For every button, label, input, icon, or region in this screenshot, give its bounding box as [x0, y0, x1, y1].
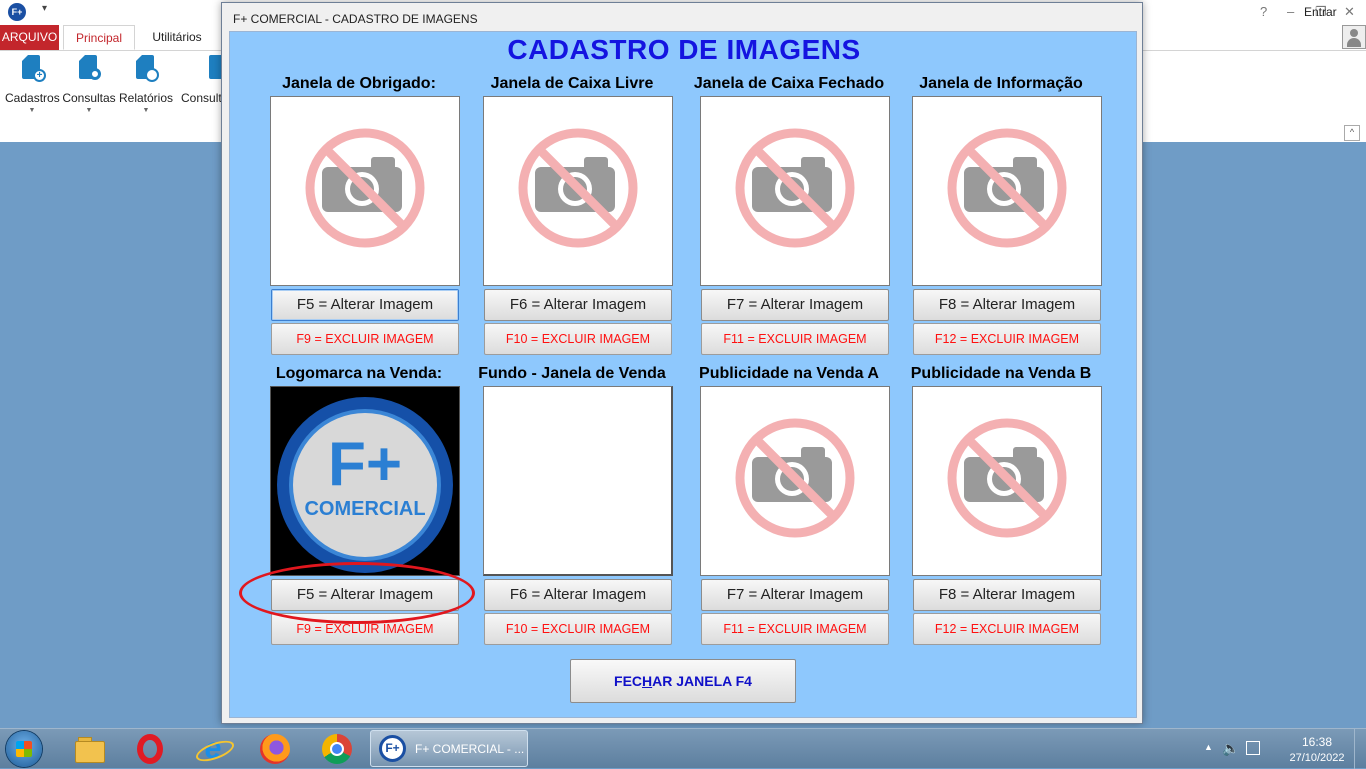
dialog-content: CADASTRO DE IMAGENS Janela de Obrigado: … — [229, 31, 1137, 718]
help-icon[interactable]: ? — [1260, 4, 1267, 19]
image-slot-label: Janela de Caixa Livre — [490, 75, 654, 92]
logo-top-text: F+ — [328, 430, 402, 499]
image-preview — [270, 96, 460, 286]
no-image-icon — [701, 97, 889, 285]
image-preview — [700, 96, 890, 286]
image-slot-label: Janela de Caixa Fechado — [693, 75, 885, 92]
tray-expand-icon[interactable]: ▲ — [1204, 742, 1213, 752]
chevron-down-icon: ▼ — [85, 107, 93, 114]
close-label-mnemonic: H — [642, 673, 653, 689]
internet-explorer-icon[interactable]: e — [193, 733, 237, 766]
no-image-icon — [701, 387, 889, 575]
dialog-title: F+ COMERCIAL - CADASTRO DE IMAGENS — [233, 12, 478, 26]
delete-image-button[interactable]: F10 = EXCLUIR IMAGEM — [484, 323, 672, 355]
alter-image-button[interactable]: F8 = Alterar Imagem — [913, 579, 1101, 611]
image-slot-label: Logomarca na Venda: — [275, 365, 443, 382]
cadastro-imagens-dialog: F+ COMERCIAL - CADASTRO DE IMAGENS CADAS… — [221, 2, 1143, 724]
alter-image-button[interactable]: F5 = Alterar Imagem — [271, 289, 459, 321]
delete-image-button[interactable]: F9 = EXCLUIR IMAGEM — [271, 613, 459, 645]
no-image-icon — [913, 387, 1101, 575]
logo-bottom-text: COMERCIAL — [304, 498, 425, 520]
taskbar: e F+ F+ COMERCIAL - ... ▲ 🔈 16:38 27/10/… — [0, 728, 1366, 769]
fcomercial-app-icon: F+ — [379, 735, 406, 762]
image-slot-label: Publicidade na Venda B — [910, 365, 1092, 382]
image-preview — [700, 386, 890, 576]
file-explorer-icon[interactable] — [73, 733, 105, 765]
alter-image-button[interactable]: F7 = Alterar Imagem — [701, 579, 889, 611]
clock-time[interactable]: 16:38 — [1292, 735, 1342, 749]
app-logo-icon: F+ — [8, 3, 26, 21]
document-add-icon: + — [19, 55, 46, 85]
delete-image-button[interactable]: F11 = EXCLUIR IMAGEM — [701, 613, 889, 645]
chrome-icon[interactable] — [321, 733, 353, 765]
image-preview — [483, 96, 673, 286]
delete-image-button[interactable]: F9 = EXCLUIR IMAGEM — [271, 323, 459, 355]
relatorios-button[interactable]: Relatórios ▼ — [118, 55, 174, 114]
consultas-label: Consultas — [62, 91, 116, 105]
image-slot-label: Fundo - Janela de Venda — [478, 365, 666, 382]
alter-image-button[interactable]: F5 = Alterar Imagem — [271, 579, 459, 611]
image-preview — [483, 386, 673, 576]
alter-image-button[interactable]: F8 = Alterar Imagem — [913, 289, 1101, 321]
close-label-a: FEC — [614, 673, 643, 689]
login-link[interactable]: Entrar — [1304, 5, 1337, 19]
close-label-b: AR JANELA F4 — [652, 673, 752, 689]
chevron-down-icon: ▼ — [142, 107, 150, 114]
no-image-icon — [484, 97, 672, 285]
image-slot-label: Janela de Obrigado: — [282, 75, 436, 92]
tab-arquivo[interactable]: ARQUIVO — [0, 25, 59, 50]
relatorios-label: Relatórios — [118, 91, 174, 105]
volume-icon[interactable]: 🔈 — [1222, 740, 1239, 757]
delete-image-button[interactable]: F12 = EXCLUIR IMAGEM — [913, 323, 1101, 355]
delete-image-button[interactable]: F11 = EXCLUIR IMAGEM — [701, 323, 889, 355]
windows-start-icon[interactable] — [6, 731, 42, 767]
show-desktop-button[interactable] — [1354, 729, 1366, 769]
close-icon[interactable]: ✕ — [1344, 4, 1355, 20]
image-slot-label: Janela de Informação — [919, 75, 1083, 92]
delete-image-button[interactable]: F10 = EXCLUIR IMAGEM — [484, 613, 672, 645]
opera-icon[interactable] — [135, 733, 167, 765]
no-image-icon — [913, 97, 1101, 285]
alter-image-button[interactable]: F6 = Alterar Imagem — [484, 289, 672, 321]
taskbar-app-label: F+ COMERCIAL - ... — [415, 742, 525, 756]
quick-access-dropdown-icon[interactable]: ▾ — [42, 3, 47, 14]
clock-date[interactable]: 27/10/2022 — [1278, 752, 1356, 764]
tab-utilitarios[interactable]: Utilitários — [140, 25, 214, 50]
network-icon[interactable] — [1246, 741, 1260, 755]
image-preview — [912, 96, 1102, 286]
alter-image-button[interactable]: F7 = Alterar Imagem — [701, 289, 889, 321]
image-preview: F+ COMERCIAL — [270, 386, 460, 576]
chevron-down-icon: ▼ — [28, 107, 36, 114]
image-slot-label: Publicidade na Venda A — [699, 365, 879, 382]
taskbar-fcomercial-button[interactable]: F+ F+ COMERCIAL - ... — [370, 730, 528, 767]
cadastros-button[interactable]: + Cadastros ▼ — [5, 55, 60, 114]
firefox-icon[interactable] — [259, 733, 291, 765]
document-report-icon — [133, 55, 159, 85]
image-preview — [912, 386, 1102, 576]
user-avatar-icon[interactable] — [1342, 25, 1366, 49]
delete-image-button[interactable]: F12 = EXCLUIR IMAGEM — [913, 613, 1101, 645]
page-title: CADASTRO DE IMAGENS — [507, 34, 861, 65]
document-search-icon — [76, 55, 102, 85]
cadastros-label: Cadastros — [5, 91, 60, 105]
system-tray: ▲ 🔈 16:38 27/10/2022 — [1198, 729, 1366, 769]
collapse-ribbon-icon[interactable]: ^ — [1344, 125, 1360, 141]
minimize-icon[interactable]: – — [1287, 4, 1294, 19]
fcomercial-logo-icon: F+ COMERCIAL — [277, 397, 453, 573]
alter-image-button[interactable]: F6 = Alterar Imagem — [484, 579, 672, 611]
consultas-button[interactable]: Consultas ▼ — [61, 55, 117, 114]
close-window-button[interactable]: FECHAR JANELA F4 — [570, 659, 796, 703]
no-image-icon — [271, 97, 459, 285]
tab-principal[interactable]: Principal — [63, 25, 135, 50]
